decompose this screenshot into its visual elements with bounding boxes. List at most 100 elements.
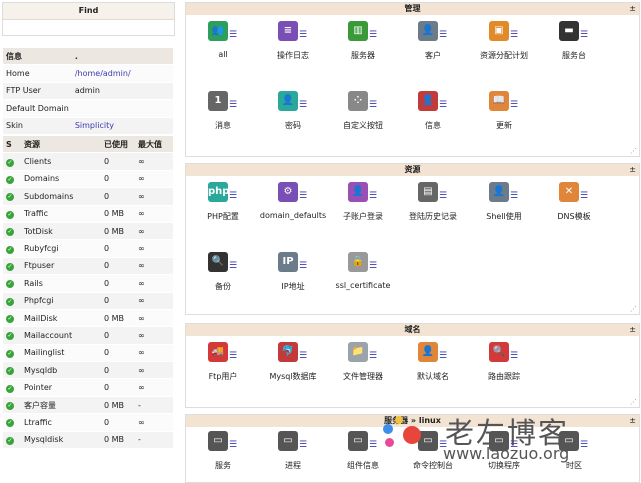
- process-icon: ▭ ☰: [276, 429, 310, 457]
- icon-glyph: ▥: [348, 21, 368, 41]
- tile-process[interactable]: ▭ ☰ 进程: [258, 429, 328, 471]
- resize-handle-icon[interactable]: ⋰: [630, 147, 637, 155]
- tile-service[interactable]: ▭ ☰ 服务: [188, 429, 258, 471]
- mysql-icon: 🐬 ☰: [276, 340, 310, 368]
- resource-used: 0: [101, 274, 135, 293]
- resource-row: ✓ Mailinglist 0 ∞: [3, 344, 173, 363]
- edit-icon: ☰: [509, 191, 519, 201]
- resource-max: ∞: [135, 170, 173, 189]
- tile-custom-button[interactable]: ⁘ ☰ 自定义按钮: [328, 89, 398, 131]
- skin-link[interactable]: Simplicity: [71, 117, 173, 135]
- tile-label: PHP配置: [207, 212, 239, 221]
- login-history-icon: ▤ ☰: [416, 180, 450, 208]
- status-cell: ✓: [3, 292, 21, 310]
- tile-update[interactable]: 📖 ☰ 更新: [469, 89, 539, 131]
- edit-icon: ☰: [298, 30, 308, 40]
- check-icon: ✓: [6, 280, 14, 289]
- tile-client[interactable]: 👤 ☰ 客户: [398, 19, 468, 61]
- check-icon: ✓: [6, 332, 14, 341]
- message-icon: 1 ☰: [206, 89, 240, 117]
- tile-ftp[interactable]: 🚚 ☰ Ftp用户: [188, 340, 258, 382]
- resource-max: ∞: [135, 361, 173, 380]
- tile-subaccount[interactable]: 👤 ☰ 子账户登录: [328, 180, 398, 222]
- panel-manage-toggle[interactable]: ±: [629, 3, 636, 15]
- php-icon: php ☰: [206, 180, 240, 208]
- tile-label: IP地址: [281, 282, 305, 291]
- panel-manage-title: 管理: [404, 4, 421, 13]
- tile-login-history[interactable]: ▤ ☰ 登陆历史记录: [398, 180, 468, 222]
- tile-backup[interactable]: 🔍 ☰ 备份: [188, 250, 258, 292]
- tile-ip[interactable]: IP ☰ IP地址: [258, 250, 328, 292]
- users-icon: 👥 ☰: [206, 19, 240, 47]
- tile-ssl[interactable]: 🔒 ☰ ssl_certificate: [328, 250, 398, 290]
- info-label: Default Domain: [3, 99, 72, 118]
- resource-row: ✓ Subdomains 0 ∞: [3, 187, 173, 206]
- icon-glyph: 👤: [418, 91, 438, 111]
- check-icon: ✓: [6, 193, 14, 202]
- resource-max: ∞: [135, 344, 173, 363]
- icon-glyph: 👤: [418, 342, 438, 362]
- watermark: 老左博客 www.laozuo.org: [363, 410, 641, 483]
- shell-icon: 👤 ☰: [487, 180, 521, 208]
- update-icon: 📖 ☰: [487, 89, 521, 117]
- resource-max: ∞: [135, 187, 173, 206]
- resource-row: ✓ Clients 0 ∞: [3, 152, 173, 171]
- icon-glyph: 📖: [489, 91, 509, 111]
- tile-domain-defaults[interactable]: ⚙ ☰ domain_defaults: [258, 180, 328, 220]
- status-cell: ✓: [3, 187, 21, 206]
- resource-used: 0: [101, 152, 135, 171]
- check-icon: ✓: [6, 297, 14, 306]
- tile-traceroute[interactable]: 🔍 ☰ 路由跟踪: [469, 340, 539, 382]
- resource-name: 客户容量: [21, 396, 101, 415]
- edit-icon: ☰: [368, 351, 378, 361]
- tile-label: domain_defaults: [259, 211, 327, 220]
- tile-label: 默认域名: [417, 372, 449, 381]
- edit-icon: ☰: [509, 100, 519, 110]
- tile-shell[interactable]: 👤 ☰ Shell使用: [469, 180, 539, 222]
- panel-domain-header: 域名 ±: [186, 324, 639, 336]
- resource-row: ✓ Domains 0 ∞: [3, 170, 173, 189]
- tile-default-domain[interactable]: 👤 ☰ 默认域名: [398, 340, 468, 382]
- check-icon: ✓: [6, 245, 14, 254]
- tile-folder[interactable]: 📁 ☰ 文件管理器: [328, 340, 398, 382]
- find-input[interactable]: [3, 20, 174, 35]
- tile-mysql[interactable]: 🐬 ☰ Mysql数据库: [258, 340, 328, 382]
- resource-name: Phpfcgi: [21, 292, 101, 310]
- tile-dns[interactable]: ✕ ☰ DNS模板: [539, 180, 609, 222]
- find-title: Find: [3, 3, 174, 20]
- panel-domain-toggle[interactable]: ±: [629, 324, 636, 336]
- resize-handle-icon[interactable]: ⋰: [630, 398, 637, 406]
- tile-message[interactable]: 1 ☰ 消息: [188, 89, 258, 131]
- panel-resource-title: 资源: [404, 165, 421, 174]
- watermark-dot-red: [403, 426, 421, 444]
- find-box: Find: [2, 2, 175, 36]
- edit-icon: ☰: [298, 351, 308, 361]
- tile-log[interactable]: ≡ ☰ 操作日志: [258, 19, 328, 61]
- tile-ticket[interactable]: ▬ ☰ 服务台: [539, 19, 609, 61]
- resource-name: Rubyfcgi: [21, 239, 101, 258]
- server-icon: ▥ ☰: [346, 19, 380, 47]
- check-icon: ✓: [6, 384, 14, 393]
- resource-used: 0: [101, 326, 135, 345]
- resource-name: Clients: [21, 152, 101, 171]
- status-cell: ✓: [3, 222, 21, 241]
- home-link[interactable]: /home/admin/: [71, 64, 173, 83]
- tile-server[interactable]: ▥ ☰ 服务器: [328, 19, 398, 61]
- edit-icon: ☰: [368, 191, 378, 201]
- resize-handle-icon[interactable]: ⋰: [630, 305, 637, 313]
- edit-icon: ☰: [368, 261, 378, 271]
- tile-password[interactable]: 👤 ☰ 密码: [258, 89, 328, 131]
- ticket-icon: ▬ ☰: [557, 19, 591, 47]
- tile-plan[interactable]: ▣ ☰ 资源分配计划: [469, 19, 539, 61]
- edit-icon: ☰: [228, 440, 238, 450]
- resource-used: 0: [101, 257, 135, 276]
- edit-icon: ☰: [228, 100, 238, 110]
- resource-row: ✓ Rails 0 ∞: [3, 274, 173, 293]
- panel-resource-toggle[interactable]: ±: [629, 164, 636, 176]
- tile-info[interactable]: 👤 ☰ 信息: [398, 89, 468, 131]
- info-header-label: 信息: [3, 48, 72, 66]
- tile-users[interactable]: 👥 ☰ all: [188, 19, 258, 59]
- resource-row: ✓ 客户容量 0 MB -: [3, 396, 173, 415]
- tile-php[interactable]: php ☰ PHP配置: [188, 180, 258, 222]
- resource-max: -: [135, 396, 173, 415]
